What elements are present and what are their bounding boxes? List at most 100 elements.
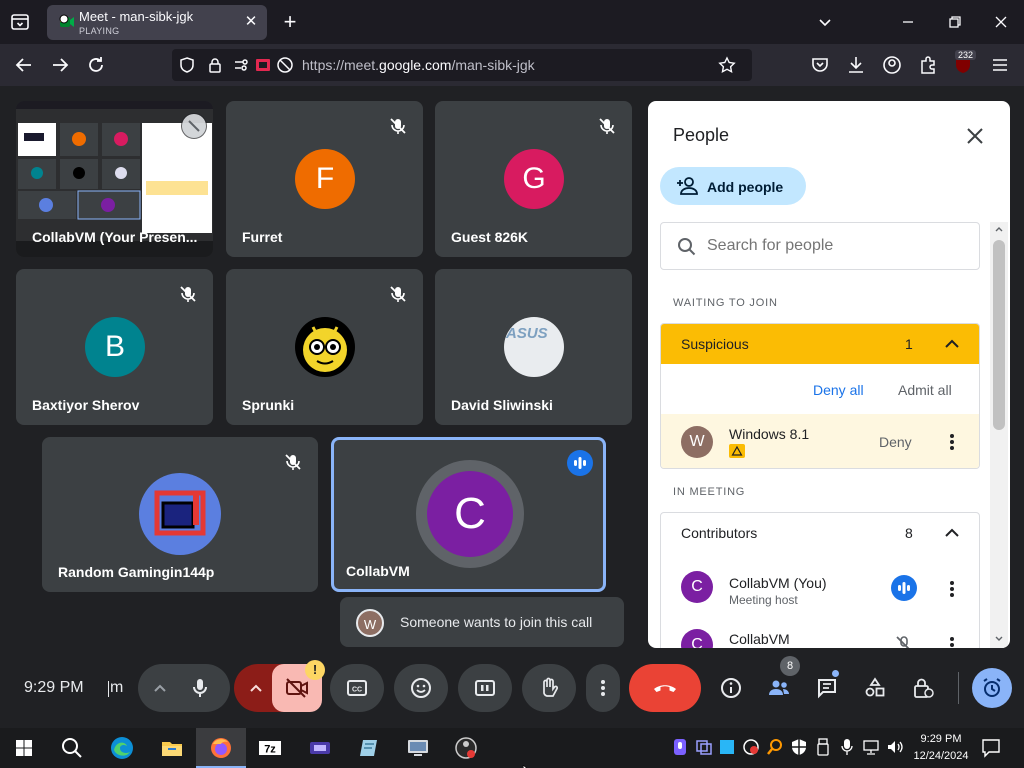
downloads-icon[interactable] <box>844 53 868 77</box>
hamburger-menu-icon[interactable] <box>988 53 1012 77</box>
volume-icon[interactable] <box>886 738 904 756</box>
search-field[interactable] <box>660 222 980 270</box>
hide-pin-icon[interactable] <box>181 113 207 139</box>
activities-shapes-icon[interactable] <box>863 676 887 700</box>
microphone-in-use-tray-icon[interactable] <box>672 738 688 756</box>
admit-all-button[interactable]: Admit all <box>898 382 952 398</box>
microphone-icon[interactable] <box>188 676 212 700</box>
microphone-control[interactable] <box>138 664 230 712</box>
tab-close-icon[interactable]: ✕ <box>243 14 259 30</box>
divider <box>958 672 959 704</box>
search-icon[interactable] <box>58 734 86 762</box>
chevron-up-icon[interactable] <box>246 678 266 698</box>
emoji-reactions-button[interactable] <box>394 664 448 712</box>
tile-random-gamingin144p[interactable]: Random Gamingin144p <box>42 437 318 592</box>
new-tab-button[interactable]: + <box>280 11 300 33</box>
tab-playing-label: PLAYING <box>79 26 120 36</box>
sprunki-avatar-icon <box>295 317 355 377</box>
back-arrow-icon[interactable] <box>12 53 36 77</box>
microphone-tray-icon[interactable] <box>840 738 854 756</box>
more-options-icon[interactable] <box>942 430 962 454</box>
more-options-icon[interactable] <box>942 633 962 648</box>
deny-all-button[interactable]: Deny all <box>813 382 864 398</box>
firefox-taskbar-item[interactable] <box>196 728 246 768</box>
join-request-toast[interactable]: W Someone wants to join this call <box>340 597 624 647</box>
edge-browser-icon[interactable] <box>108 734 136 762</box>
taskbar-clock[interactable]: 9:29 PM 12/24/2024 <box>912 731 970 765</box>
add-people-button[interactable]: Add people <box>660 167 806 205</box>
browser-tab[interactable]: Meet - man-sibk-jgk PLAYING ✕ <box>47 5 267 40</box>
group-count: 1 <box>905 336 913 352</box>
obs-recorder-icon[interactable] <box>452 734 480 762</box>
chat-icon[interactable] <box>815 676 839 700</box>
tile-guest-826k[interactable]: G Guest 826K <box>435 101 632 257</box>
deny-button[interactable]: Deny <box>879 434 912 450</box>
mic-muted-icon <box>385 281 411 307</box>
forward-arrow-icon[interactable] <box>48 53 72 77</box>
tile-screen-share[interactable]: CollabVM (Your Presen... <box>16 101 213 257</box>
tray-search-tool-icon[interactable] <box>766 738 784 756</box>
usb-device-icon[interactable] <box>816 738 830 756</box>
tile-sprunki[interactable]: Sprunki <box>226 269 423 425</box>
tile-collabvm-speaking[interactable]: C CollabVM <box>331 437 606 592</box>
tray-app-icon[interactable] <box>742 738 760 756</box>
tray-app-icon[interactable] <box>696 739 712 755</box>
chevron-up-icon[interactable] <box>942 334 962 354</box>
network-icon[interactable] <box>862 738 880 756</box>
lock-icon[interactable] <box>206 56 224 74</box>
tile-furret[interactable]: F Furret <box>226 101 423 257</box>
more-options-button[interactable] <box>586 664 620 712</box>
waiting-person-row: W Windows 8.1 Deny <box>661 414 979 468</box>
scroll-up-icon[interactable] <box>994 224 1004 234</box>
present-now-button[interactable] <box>458 664 512 712</box>
remote-desktop-icon[interactable] <box>404 734 432 762</box>
account-icon[interactable] <box>880 53 904 77</box>
meeting-details-info-icon[interactable] <box>719 676 743 700</box>
extensions-puzzle-icon[interactable] <box>916 53 940 77</box>
search-input[interactable] <box>707 237 957 255</box>
chevron-up-icon[interactable] <box>942 523 962 543</box>
notepad-app-icon[interactable] <box>356 734 384 762</box>
bookmark-star-icon[interactable] <box>718 56 736 74</box>
people-icon[interactable] <box>767 676 791 700</box>
close-window-icon[interactable] <box>989 10 1013 34</box>
tile-baxtiyor-sherov[interactable]: B Baxtiyor Sherov <box>16 269 213 425</box>
mic-muted-icon <box>385 113 411 139</box>
tab-overflow-chevron-icon[interactable] <box>813 10 837 34</box>
camera-alert-badge: ! <box>305 660 325 680</box>
file-explorer-icon[interactable] <box>158 734 186 762</box>
tracking-shield-icon[interactable] <box>178 56 196 74</box>
timer-button[interactable] <box>972 668 1012 708</box>
chevron-up-icon[interactable] <box>150 678 170 698</box>
captions-button[interactable]: CC <box>330 664 384 712</box>
tab-title: Meet - man-sibk-jgk <box>79 9 194 24</box>
raise-hand-button[interactable] <box>522 664 576 712</box>
minimize-window-icon[interactable] <box>896 10 920 34</box>
scrollbar-thumb[interactable] <box>993 240 1005 430</box>
media-app-icon[interactable] <box>306 734 334 762</box>
leave-call-button[interactable] <box>629 664 701 712</box>
taskbar-date: 12/24/2024 <box>913 750 969 762</box>
list-all-tabs-icon[interactable] <box>8 10 32 34</box>
windows-start-icon[interactable] <box>10 734 38 762</box>
suspicious-group-header[interactable]: Suspicious 1 <box>661 324 979 364</box>
pocket-icon[interactable] <box>808 53 832 77</box>
restore-window-icon[interactable] <box>943 10 967 34</box>
address-bar[interactable]: https://meet.google.com/man-sibk-jgk <box>172 49 752 81</box>
autoplay-blocked-icon[interactable] <box>276 56 294 74</box>
more-options-icon[interactable] <box>942 577 962 601</box>
host-controls-lock-icon[interactable] <box>911 676 935 700</box>
close-icon[interactable] <box>962 123 988 149</box>
site-permissions-icon[interactable] <box>232 56 250 74</box>
tile-david-sliwinski[interactable]: ASUS David Sliwinski <box>435 269 632 425</box>
panel-scrollbar[interactable] <box>990 222 1008 648</box>
contributors-group-header[interactable]: Contributors 8 <box>661 513 979 553</box>
notifications-icon[interactable] <box>980 737 1002 759</box>
screen-sharing-indicator-icon[interactable] <box>254 56 272 74</box>
tray-security-shield-icon[interactable] <box>790 738 808 756</box>
scroll-down-icon[interactable] <box>994 634 1004 644</box>
emoji-icon <box>411 678 431 698</box>
reload-icon[interactable] <box>84 53 108 77</box>
7zip-icon[interactable]: 7z <box>256 734 284 762</box>
tray-app-icon[interactable] <box>720 740 734 754</box>
